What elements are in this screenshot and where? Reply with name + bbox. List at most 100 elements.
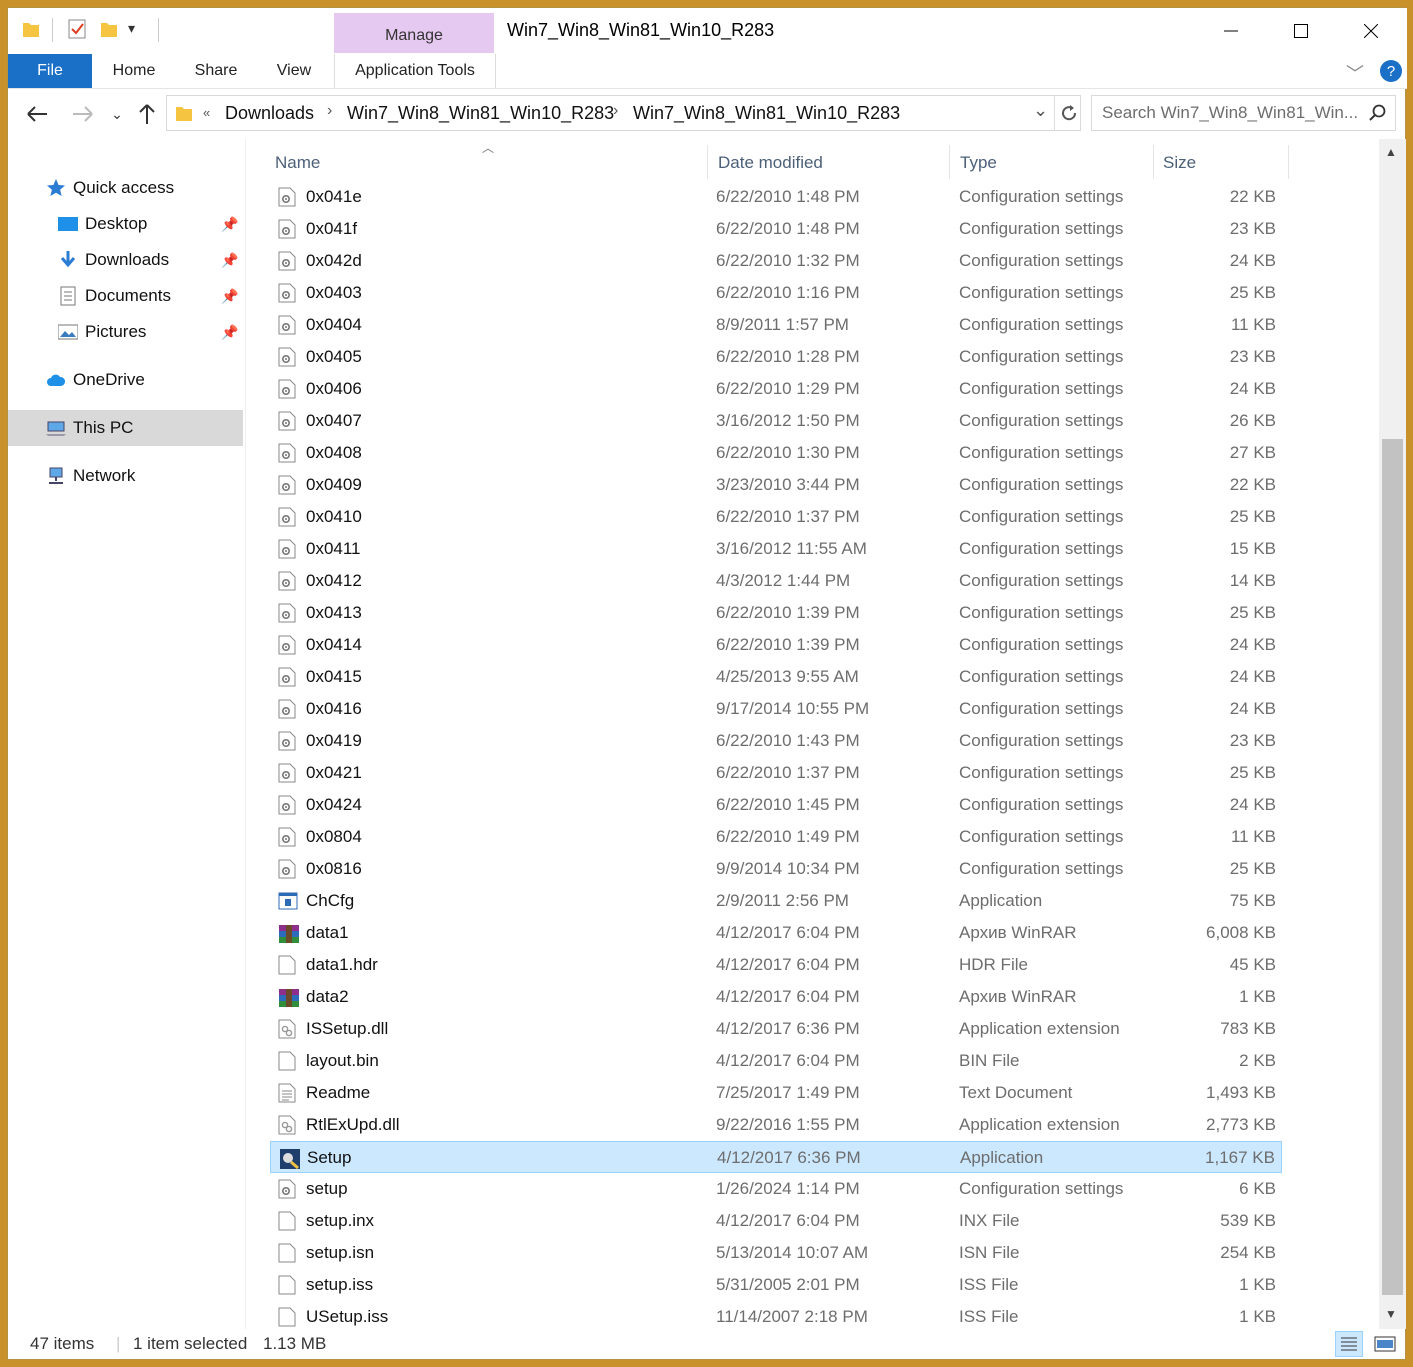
file-name: 0x0409: [306, 475, 362, 494]
table-row[interactable]: 0x0413 6/22/2010 1:39 PM Configuration set…: [270, 597, 1282, 629]
table-row[interactable]: 0x0407 3/16/2012 1:50 PM Configuration set…: [270, 405, 1282, 437]
tab-application-tools[interactable]: Application Tools: [334, 54, 496, 88]
table-row[interactable]: Readme 7/25/2017 1:49 PM Text Document 1,49…: [270, 1077, 1282, 1109]
vertical-scrollbar[interactable]: ▲ ▼: [1379, 139, 1406, 1329]
file-name: data2: [306, 987, 349, 1006]
back-button[interactable]: [24, 101, 50, 127]
address-dropdown-icon[interactable]: ⌄: [1033, 100, 1048, 121]
breadcrumb-folder-parent[interactable]: Win7_Win8_Win81_Win10_R283: [347, 103, 614, 124]
chevron-right-icon[interactable]: ›: [613, 102, 618, 120]
table-row-selected[interactable]: Setup 4/12/2017 6:36 PM Application 1,167 K…: [270, 1141, 1282, 1173]
customize-quick-access-icon[interactable]: ▾: [128, 20, 135, 37]
tab-view[interactable]: View: [264, 54, 324, 88]
close-button[interactable]: [1336, 8, 1406, 54]
table-row[interactable]: 0x041f 6/22/2010 1:48 PM Configuration set…: [270, 213, 1282, 245]
pin-icon[interactable]: 📌: [221, 315, 238, 349]
window-title: Win7_Win8_Win81_Win10_R283: [507, 20, 775, 40]
search-input[interactable]: Search Win7_Win8_Win81_Win...: [1091, 95, 1396, 131]
tab-home[interactable]: Home: [104, 54, 164, 88]
table-row[interactable]: setup.iss 5/31/2005 2:01 PM ISS File 1 KB: [270, 1269, 1282, 1301]
scroll-up-icon[interactable]: ▲: [1385, 145, 1397, 159]
table-row[interactable]: layout.bin 4/12/2017 6:04 PM BIN File 2 KB: [270, 1045, 1282, 1077]
file-type: Configuration settings: [959, 315, 1124, 334]
expand-ribbon-icon[interactable]: ﹀: [1346, 60, 1364, 86]
table-row[interactable]: 0x0414 6/22/2010 1:39 PM Configuration set…: [270, 629, 1282, 661]
nav-item-documents[interactable]: Documents 📌: [58, 279, 238, 313]
table-row[interactable]: RtlExUpd.dll 9/22/2016 1:55 PM Application…: [270, 1109, 1282, 1141]
table-row[interactable]: 0x0424 6/22/2010 1:45 PM Configuration set…: [270, 789, 1282, 821]
column-header-name[interactable]: Name: [275, 153, 320, 173]
table-row[interactable]: USetup.iss 11/14/2007 2:18 PM ISS File 1 KB: [270, 1301, 1282, 1329]
recent-locations-button[interactable]: ⌄: [104, 101, 130, 127]
manage-contextual-tab[interactable]: Manage: [334, 13, 494, 53]
table-row[interactable]: data1.hdr 4/12/2017 6:04 PM HDR File 45 KB: [270, 949, 1282, 981]
new-folder-icon[interactable]: [98, 18, 120, 40]
table-row[interactable]: 0x0403 6/22/2010 1:16 PM Configuration set…: [270, 277, 1282, 309]
breadcrumb-downloads[interactable]: Downloads: [225, 103, 314, 124]
folder-icon[interactable]: [20, 18, 42, 40]
table-row[interactable]: 0x0406 6/22/2010 1:29 PM Configuration set…: [270, 373, 1282, 405]
table-row[interactable]: setup.isn 5/13/2014 10:07 AM ISN File 254 K…: [270, 1237, 1282, 1269]
table-row[interactable]: 0x0409 3/23/2010 3:44 PM Configuration set…: [270, 469, 1282, 501]
table-row[interactable]: setup 1/26/2024 1:14 PM Configuration sett…: [270, 1173, 1282, 1205]
nav-item-pictures[interactable]: Pictures 📌: [58, 315, 238, 349]
table-row[interactable]: 0x042d 6/22/2010 1:32 PM Configuration set…: [270, 245, 1282, 277]
properties-icon[interactable]: [66, 18, 88, 40]
scroll-down-icon[interactable]: ▼: [1385, 1307, 1397, 1321]
minimize-button[interactable]: [1196, 8, 1266, 54]
overflow-icon[interactable]: «: [203, 105, 210, 120]
table-row[interactable]: 0x041e 6/22/2010 1:48 PM Configuration set…: [270, 181, 1282, 213]
table-row[interactable]: 0x0410 6/22/2010 1:37 PM Configuration set…: [270, 501, 1282, 533]
pin-icon[interactable]: 📌: [221, 243, 238, 277]
table-row[interactable]: ISSetup.dll 4/12/2017 6:36 PM Application …: [270, 1013, 1282, 1045]
nav-this-pc[interactable]: This PC: [46, 411, 236, 445]
table-row[interactable]: setup.inx 4/12/2017 6:04 PM INX File 539 KB: [270, 1205, 1282, 1237]
table-row[interactable]: data1 4/12/2017 6:04 PM Архив WinRAR 6,008 …: [270, 917, 1282, 949]
table-row[interactable]: 0x0816 9/9/2014 10:34 PM Configuration set…: [270, 853, 1282, 885]
address-bar[interactable]: « Downloads › Win7_Win8_Win81_Win10_R283…: [166, 95, 1081, 131]
column-divider[interactable]: [1288, 145, 1289, 179]
table-row[interactable]: ChCfg 2/9/2011 2:56 PM Application 75 KB: [270, 885, 1282, 917]
scrollbar-thumb[interactable]: [1382, 439, 1403, 1295]
column-header-size[interactable]: Size: [1163, 153, 1196, 173]
column-divider[interactable]: [707, 145, 708, 179]
large-icons-view-button[interactable]: [1371, 1331, 1399, 1357]
pin-icon[interactable]: 📌: [221, 279, 238, 313]
help-icon[interactable]: ?: [1379, 59, 1403, 83]
chevron-right-icon[interactable]: ›: [327, 102, 332, 120]
nav-onedrive[interactable]: OneDrive: [46, 363, 236, 397]
table-row[interactable]: 0x0408 6/22/2010 1:30 PM Configuration set…: [270, 437, 1282, 469]
file-type: INX File: [959, 1211, 1020, 1230]
maximize-button[interactable]: [1266, 8, 1336, 54]
nav-quick-access[interactable]: Quick access: [46, 171, 236, 205]
table-row[interactable]: data2 4/12/2017 6:04 PM Архив WinRAR 1 KB: [270, 981, 1282, 1013]
search-icon[interactable]: [1369, 104, 1387, 122]
config-file-icon: [278, 187, 296, 207]
breadcrumb-folder-current[interactable]: Win7_Win8_Win81_Win10_R283: [633, 103, 900, 124]
table-row[interactable]: 0x0412 4/3/2012 1:44 PM Configuration sett…: [270, 565, 1282, 597]
nav-network[interactable]: Network: [46, 459, 236, 493]
table-row[interactable]: 0x0404 8/9/2011 1:57 PM Configuration sett…: [270, 309, 1282, 341]
nav-item-desktop[interactable]: Desktop 📌: [58, 207, 238, 241]
tab-share[interactable]: Share: [186, 54, 246, 88]
details-view-button[interactable]: [1335, 1331, 1363, 1357]
file-date: 3/23/2010 3:44 PM: [716, 475, 860, 494]
column-header-type[interactable]: Type: [960, 153, 997, 173]
column-divider[interactable]: [949, 145, 950, 179]
table-row[interactable]: 0x0804 6/22/2010 1:49 PM Configuration set…: [270, 821, 1282, 853]
refresh-icon[interactable]: [1060, 104, 1078, 122]
pin-icon[interactable]: 📌: [221, 207, 238, 241]
nav-item-downloads[interactable]: Downloads 📌: [58, 243, 238, 277]
maximize-icon: [1294, 24, 1308, 38]
table-row[interactable]: 0x0416 9/17/2014 10:55 PM Configuration se…: [270, 693, 1282, 725]
table-row[interactable]: 0x0419 6/22/2010 1:43 PM Configuration set…: [270, 725, 1282, 757]
table-row[interactable]: 0x0411 3/16/2012 11:55 AM Configuration se…: [270, 533, 1282, 565]
column-divider[interactable]: [1153, 145, 1154, 179]
table-row[interactable]: 0x0405 6/22/2010 1:28 PM Configuration set…: [270, 341, 1282, 373]
tab-file[interactable]: File: [8, 54, 92, 88]
column-header-date[interactable]: Date modified: [718, 153, 823, 173]
table-row[interactable]: 0x0415 4/25/2013 9:55 AM Configuration set…: [270, 661, 1282, 693]
table-row[interactable]: 0x0421 6/22/2010 1:37 PM Configuration set…: [270, 757, 1282, 789]
up-button[interactable]: [134, 101, 160, 127]
forward-button[interactable]: [70, 101, 96, 127]
